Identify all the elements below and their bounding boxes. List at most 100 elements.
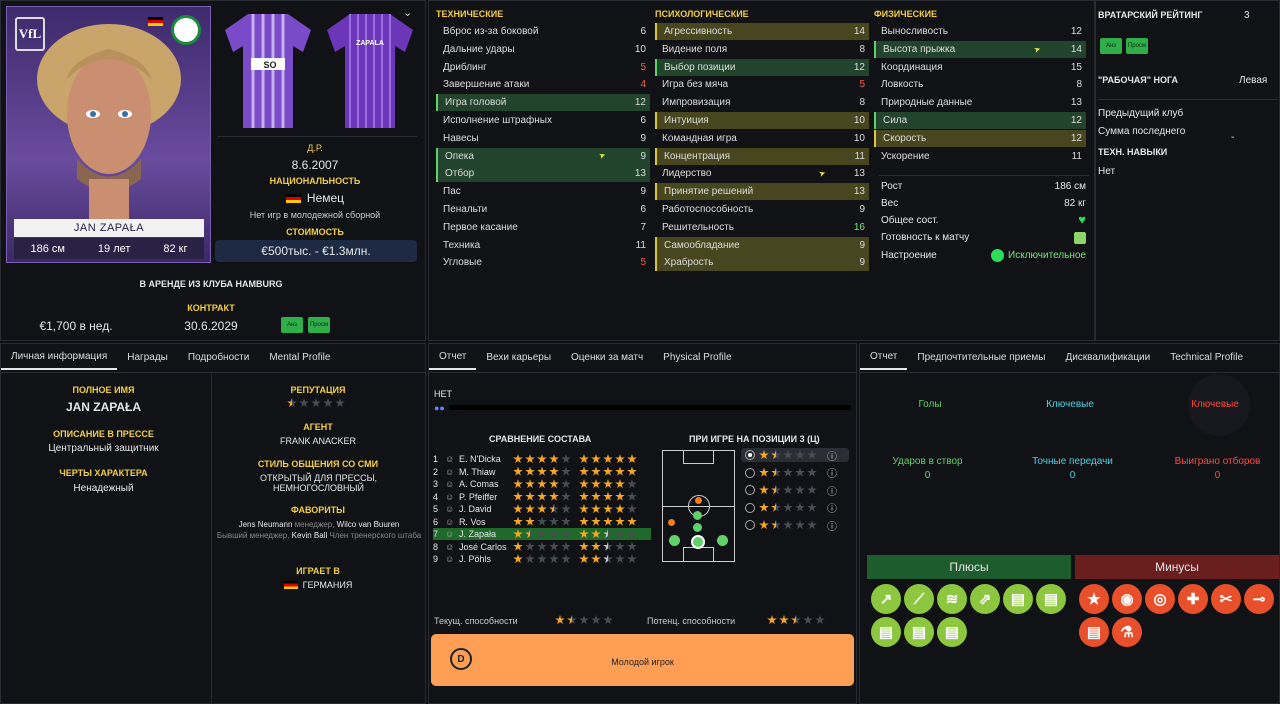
position-rating-row[interactable]: ⓘ [741,518,849,533]
radio-icon[interactable] [745,450,755,460]
tab-technical-profile[interactable]: Technical Profile [1160,344,1253,370]
clipboard-check-icon[interactable]: ▤ [1003,584,1033,614]
squad-row[interactable]: 9 ☺ J. Pöhls [433,553,651,565]
attribute-row[interactable]: Угловые 5 [436,254,650,271]
squad-row[interactable]: 1 ☺ E. N'Dicka [433,453,651,465]
position-rating-row[interactable]: ⓘ [741,483,849,498]
radio-icon[interactable] [745,520,755,530]
attribute-row[interactable]: Работоспособность 9 [655,201,869,218]
attribute-row[interactable]: Храбрость 9 [655,254,869,272]
view-button[interactable]: Просм [308,317,330,333]
attribute-row[interactable]: Высота прыжка 14 [874,40,1086,58]
attribute-row[interactable]: Игра без мяча 5 [655,76,869,93]
attribute-row[interactable]: Пенальти 6 [436,201,650,218]
attribute-row[interactable]: Видение поля 8 [655,41,869,58]
fav-person[interactable]: Jens Neumann [239,520,293,529]
info-icon[interactable]: ⓘ [827,518,837,533]
tab-suspensions[interactable]: Дисквалификации [1055,344,1160,370]
radio-icon[interactable] [745,485,755,495]
attribute-row[interactable]: Навесы 9 [436,130,650,147]
squad-row[interactable]: 4 ☺ P. Pfeiffer [433,491,651,503]
attribute-row[interactable]: Отбор 13 [436,165,650,183]
squad-row[interactable]: 5 ☺ J. David [433,503,651,515]
attribute-row[interactable]: Опека 9 [436,147,650,165]
squad-row[interactable]: 3 ☺ A. Comas [433,478,651,490]
attribute-row[interactable]: Агрессивность 14 [655,23,869,40]
clipboard-check-icon[interactable]: ▤ [1036,584,1066,614]
arrows-icon[interactable]: ⇗ [970,584,1000,614]
squad-row[interactable]: 2 ☺ M. Thiaw [433,466,651,478]
gk-analyze-button[interactable]: Анз [1100,38,1122,54]
attribute-row[interactable]: Вброс из-за боковой 6 [436,23,650,40]
tab-details[interactable]: Подробности [178,344,259,370]
attribute-row[interactable]: Ускорение 11 [874,148,1086,165]
attribute-row[interactable]: Пас 9 [436,183,650,200]
attribute-row[interactable]: Природные данные 13 [874,94,1086,111]
star-icon [561,541,571,551]
attribute-row[interactable]: Первое касание 7 [436,219,650,236]
attribute-value: 6 [640,204,646,215]
attribute-row[interactable]: Техника 11 [436,237,650,254]
attribute-row[interactable]: Импровизация 8 [655,94,869,111]
chevron-down-icon[interactable]: ⌄ [403,6,412,19]
tab-personal-info[interactable]: Личная информация [1,344,118,370]
attribute-row[interactable]: Решительность 16 [655,219,869,236]
tab-report[interactable]: Отчет [860,344,908,370]
attribute-row[interactable]: Выносливость 12 [874,23,1086,40]
info-icon[interactable]: ⓘ [827,483,837,498]
info-icon[interactable]: ⓘ [827,465,837,480]
attribute-row[interactable]: Самообладание 9 [655,236,869,254]
clipboard-check-icon[interactable]: ▤ [871,617,901,647]
clipboard-check-icon[interactable]: ▤ [937,617,967,647]
attribute-row[interactable]: Исполнение штрафных 6 [436,112,650,129]
leg-icon[interactable]: ⟋ [904,584,934,614]
zigzag-icon[interactable]: ≋ [937,584,967,614]
position-rating-row[interactable]: ⓘ [741,466,849,480]
attribute-row[interactable]: Командная игра 10 [655,130,869,147]
whistle-icon[interactable]: ⊸ [1244,584,1274,614]
squad-row[interactable]: 8 ☺ José Carlos [433,541,651,553]
position-rating-row[interactable]: ⓘ [741,501,849,515]
tab-report[interactable]: Отчет [429,344,477,370]
gk-view-button[interactable]: Просм [1126,38,1148,54]
clipboard-x-icon[interactable]: ▤ [1079,617,1109,647]
clipboard-check-icon[interactable]: ▤ [904,617,934,647]
tab-career-milestones[interactable]: Вехи карьеры [476,344,561,370]
technical-title: ТЕХНИЧЕСКИЕ [436,9,504,19]
attribute-row[interactable]: Лидерство 13 [655,165,869,182]
analyze-button[interactable]: Анз [281,317,303,333]
squad-row[interactable]: 7 ☺ J. Zapała [433,528,651,540]
attribute-row[interactable]: Завершение атаки 4 [436,76,650,93]
attribute-row[interactable]: Ловкость 8 [874,76,1086,93]
tab-preferred-moves[interactable]: Предпочтительные приемы [907,344,1055,370]
star-icon[interactable]: ★ [1079,584,1109,614]
attribute-row[interactable]: Игра головой 12 [436,94,650,112]
target-icon[interactable]: ◎ [1145,584,1175,614]
attribute-row[interactable]: Дальние удары 10 [436,41,650,58]
attribute-row[interactable]: Скорость 12 [874,129,1086,147]
fav-person[interactable]: Kevin Ball [292,531,328,540]
squad-row[interactable]: 6 ☺ R. Vos [433,516,651,528]
fav-person[interactable]: Wilco van Buuren [337,520,400,529]
plus-icon[interactable]: ✚ [1178,584,1208,614]
info-icon[interactable]: ⓘ [827,500,837,515]
tab-awards[interactable]: Награды [117,344,178,370]
trend-up-icon[interactable]: ↗ [871,584,901,614]
attribute-row[interactable]: Выбор позиции 12 [655,58,869,76]
scissors-icon[interactable]: ✂ [1211,584,1241,614]
attribute-row[interactable]: Координация 15 [874,59,1086,76]
head-icon[interactable]: ◉ [1112,584,1142,614]
radio-icon[interactable] [745,467,755,478]
attribute-row[interactable]: Дриблинг 5 [436,59,650,76]
attribute-row[interactable]: Концентрация 11 [655,147,869,165]
tab-mental-profile[interactable]: Mental Profile [259,344,340,370]
flask-icon[interactable]: ⚗ [1112,617,1142,647]
attribute-row[interactable]: Принятие решений 13 [655,183,869,201]
radio-icon[interactable] [745,502,755,513]
tab-match-ratings[interactable]: Оценки за матч [561,344,653,370]
info-icon[interactable]: ⓘ [827,448,837,463]
tab-physical-profile[interactable]: Physical Profile [653,344,741,370]
attribute-row[interactable]: Интуиция 10 [655,112,869,129]
position-rating-row[interactable]: ⓘ [741,448,849,463]
attribute-row[interactable]: Сила 12 [874,112,1086,129]
